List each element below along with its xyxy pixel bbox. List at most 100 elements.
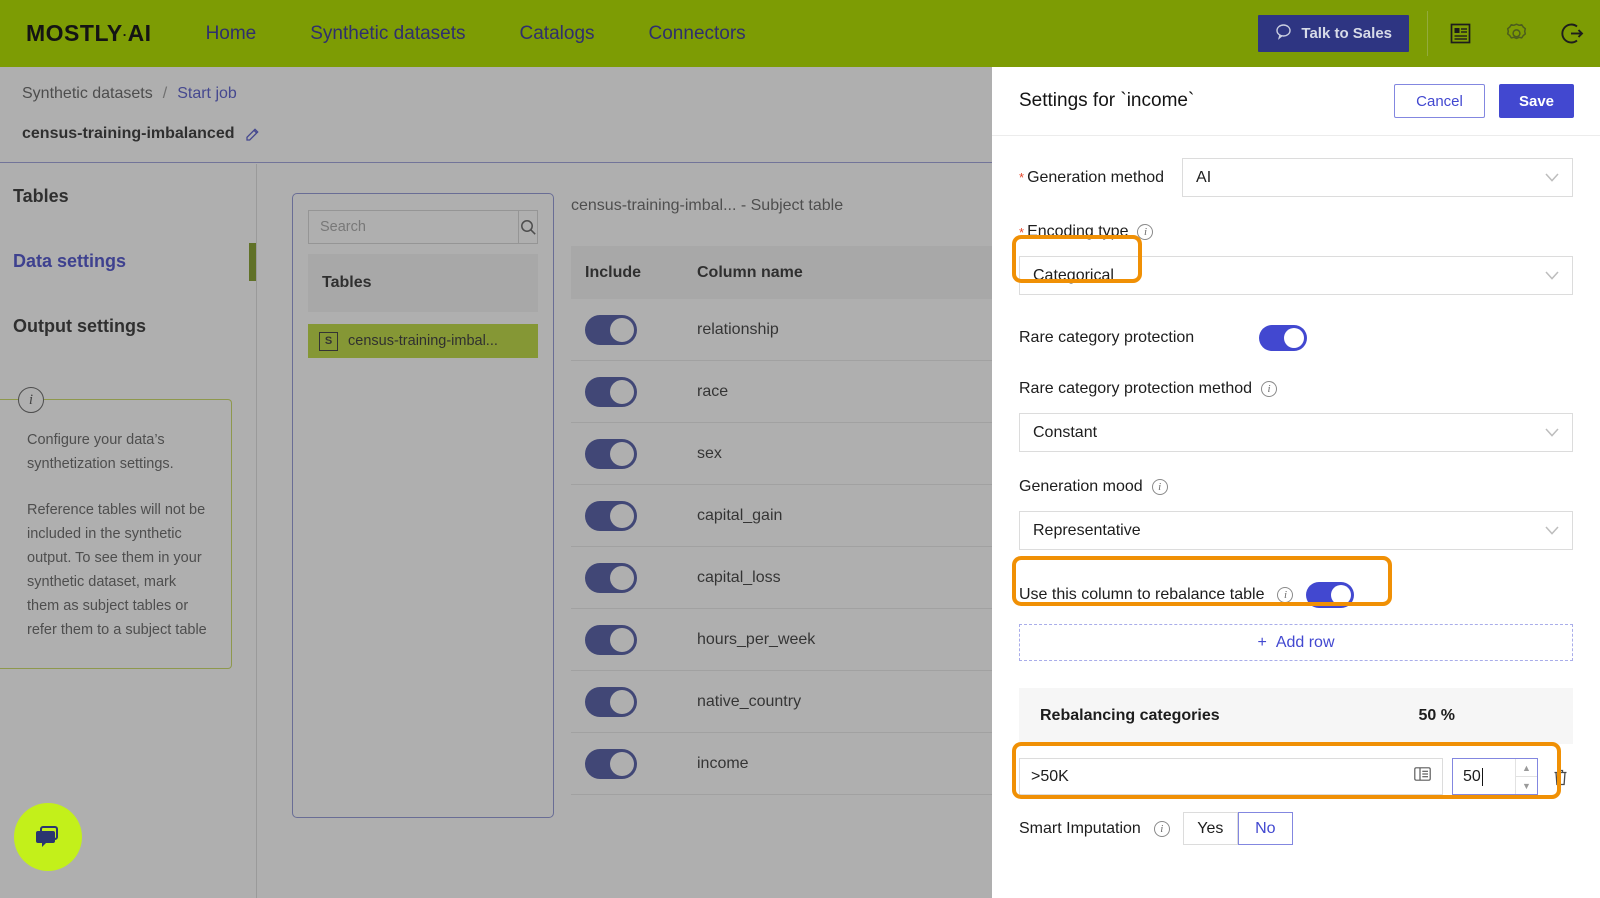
generation-mood-field: Generation mood i Representative <box>1019 478 1573 550</box>
generation-mood-label: Generation mood <box>1019 478 1143 496</box>
info-icon[interactable]: i <box>1152 479 1168 495</box>
rare-category-protection-method-field: Rare category protection method i Consta… <box>1019 380 1573 452</box>
breadcrumb-parent[interactable]: Synthetic datasets <box>22 85 153 103</box>
rebalancing-percent-value: 50 <box>1463 768 1481 786</box>
rebalance-toggle[interactable] <box>1306 582 1354 608</box>
logout-icon[interactable] <box>1544 0 1600 67</box>
rebalance-toggle-label: Use this column to rebalance table <box>1019 586 1264 604</box>
encoding-type-select[interactable]: Categorical <box>1019 256 1573 295</box>
header-actions: Talk to Sales <box>1258 0 1600 67</box>
smart-imputation-yes[interactable]: Yes <box>1183 812 1238 845</box>
cancel-button[interactable]: Cancel <box>1394 84 1485 118</box>
smart-imputation-field: Smart Imputation i Yes No <box>1019 812 1573 845</box>
chat-widget-button[interactable] <box>14 803 82 871</box>
rebalancing-category-input[interactable]: >50K <box>1019 758 1443 795</box>
tables-panel: Tables S census-training-imbal... <box>292 193 554 818</box>
docs-icon[interactable] <box>1432 0 1488 67</box>
sidebar-item-output-settings[interactable]: Output settings <box>0 294 256 359</box>
toggle-knob <box>610 628 634 652</box>
stepper-down-icon[interactable]: ▼ <box>1516 777 1537 794</box>
talk-to-sales-button[interactable]: Talk to Sales <box>1258 15 1409 52</box>
drawer-header: Settings for `income` Cancel Save <box>992 67 1600 136</box>
generation-method-label: Generation method <box>1027 169 1164 187</box>
column-name-cell: capital_loss <box>697 569 781 587</box>
subject-table-badge-icon: S <box>319 332 338 351</box>
gear-icon[interactable] <box>1488 0 1544 67</box>
info-icon[interactable]: i <box>1277 587 1293 603</box>
breadcrumb-current[interactable]: Start job <box>177 85 237 103</box>
edit-pencil-icon[interactable] <box>245 127 260 142</box>
list-select-icon[interactable] <box>1414 767 1431 786</box>
brand-logo-text: MOSTLY <box>26 20 123 46</box>
encoding-type-label-row: *Encoding type i <box>1019 223 1573 241</box>
include-toggle[interactable] <box>585 625 637 655</box>
column-name-cell: sex <box>697 445 722 463</box>
table-list-item-label: census-training-imbal... <box>348 333 498 349</box>
generation-method-select[interactable]: AI <box>1182 158 1573 197</box>
search-input[interactable] <box>309 211 518 243</box>
tables-list-header: Tables <box>308 254 538 312</box>
required-asterisk: * <box>1019 171 1024 184</box>
rebalancing-categories-header: Rebalancing categories 50 % <box>1019 688 1573 744</box>
rebalancing-percent-input[interactable]: 50 ▲ ▼ <box>1452 758 1538 795</box>
nav-item-synthetic-datasets[interactable]: Synthetic datasets <box>310 23 465 45</box>
generation-mood-label-row: Generation mood i <box>1019 478 1573 496</box>
toggle-knob <box>610 752 634 776</box>
include-toggle[interactable] <box>585 749 637 779</box>
info-icon[interactable]: i <box>1261 381 1277 397</box>
column-name-cell: relationship <box>697 321 779 339</box>
brand-logo[interactable]: MOSTLY·AI <box>26 20 152 47</box>
rare-category-protection-method-label-row: Rare category protection method i <box>1019 380 1573 398</box>
encoding-type-label: Encoding type <box>1027 223 1128 241</box>
sidebar-item-tables[interactable]: Tables <box>0 164 256 229</box>
rebalancing-percent-total: 50 % <box>1419 707 1455 725</box>
include-toggle[interactable] <box>585 377 637 407</box>
save-button[interactable]: Save <box>1499 84 1574 118</box>
talk-to-sales-label: Talk to Sales <box>1301 25 1392 42</box>
delete-row-button[interactable] <box>1547 768 1573 786</box>
left-sidebar: Tables Data settings Output settings i C… <box>0 164 257 898</box>
info-paragraph-1: Configure your data’s synthetization set… <box>27 428 209 476</box>
rare-category-protection-toggle[interactable] <box>1259 325 1307 351</box>
toggle-knob <box>610 690 634 714</box>
column-name-cell: native_country <box>697 693 801 711</box>
nav-item-catalogs[interactable]: Catalogs <box>520 23 595 45</box>
chevron-down-icon <box>1545 267 1559 285</box>
rare-category-protection-field: Rare category protection <box>1019 325 1573 351</box>
rare-category-protection-method-select[interactable]: Constant <box>1019 413 1573 452</box>
column-header-name: Column name <box>697 264 803 282</box>
stepper-up-icon[interactable]: ▲ <box>1516 759 1537 777</box>
generation-mood-select[interactable]: Representative <box>1019 511 1573 550</box>
include-toggle[interactable] <box>585 563 637 593</box>
include-toggle[interactable] <box>585 439 637 469</box>
column-name-cell: race <box>697 383 728 401</box>
tables-search <box>308 210 538 244</box>
active-indicator-bar <box>249 243 256 281</box>
sidebar-item-label: Data settings <box>13 251 126 272</box>
number-stepper[interactable]: ▲ ▼ <box>1515 759 1537 794</box>
include-toggle[interactable] <box>585 315 637 345</box>
column-header-include: Include <box>571 264 697 282</box>
include-toggle[interactable] <box>585 501 637 531</box>
add-row-button[interactable]: + Add row <box>1019 624 1573 661</box>
table-list-item[interactable]: S census-training-imbal... <box>308 324 538 358</box>
job-title-text: census-training-imbalanced <box>22 125 235 143</box>
rebalancing-row: >50K 50 ▲ ▼ <box>1019 758 1573 795</box>
info-icon[interactable]: i <box>1154 821 1170 837</box>
encoding-type-value: Categorical <box>1033 267 1114 285</box>
rare-category-protection-label: Rare category protection <box>1019 329 1259 347</box>
plus-icon: + <box>1257 634 1266 652</box>
breadcrumb-separator: / <box>163 85 167 103</box>
info-icon[interactable]: i <box>1137 224 1153 240</box>
top-header: MOSTLY·AI Home Synthetic datasets Catalo… <box>0 0 1600 67</box>
toggle-knob <box>610 380 634 404</box>
sidebar-item-data-settings[interactable]: Data settings <box>0 229 256 294</box>
column-name-cell: capital_gain <box>697 507 782 525</box>
include-toggle[interactable] <box>585 687 637 717</box>
smart-imputation-no[interactable]: No <box>1238 812 1293 845</box>
nav-item-connectors[interactable]: Connectors <box>649 23 746 45</box>
chat-bubble-icon <box>31 820 65 854</box>
search-icon[interactable] <box>518 211 537 243</box>
rare-category-protection-method-value: Constant <box>1033 424 1097 442</box>
nav-item-home[interactable]: Home <box>206 23 257 45</box>
